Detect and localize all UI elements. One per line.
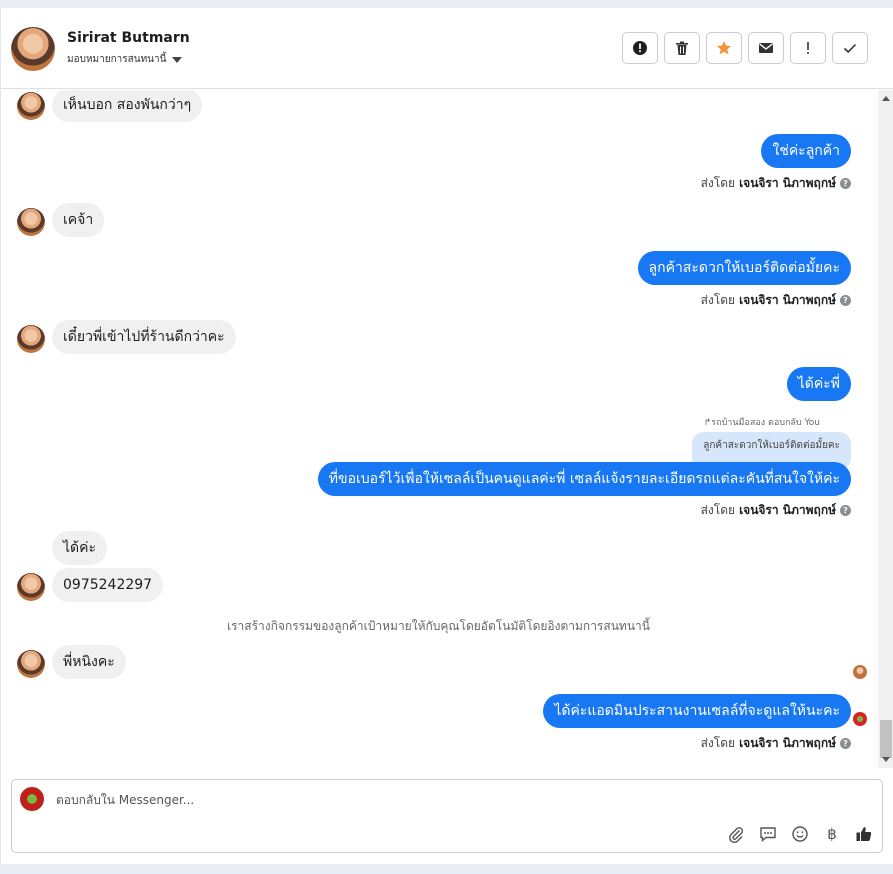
exclamation-icon bbox=[807, 42, 809, 54]
incoming-message[interactable]: 0975242297 bbox=[52, 568, 164, 602]
contact-name[interactable]: Sirirat Butmarn bbox=[67, 30, 190, 46]
incoming-message[interactable]: ได้ค่ะ bbox=[52, 531, 108, 565]
spam-button[interactable] bbox=[622, 32, 658, 64]
agent-name: เจนจิรา นิภาพฤกษ์ bbox=[739, 736, 836, 750]
star-button[interactable] bbox=[706, 32, 742, 64]
incoming-message[interactable]: เดี๋ยวพี่เข้าไปที่ร้านดีกว่าคะ bbox=[52, 320, 236, 354]
sent-by-label: ส่งโดย เจนจิรา นิภาพฤกษ์ ? bbox=[701, 291, 851, 310]
contact-avatar bbox=[17, 325, 45, 353]
outgoing-message[interactable]: ได้ค่ะแอดมินประสานงานเซลล์ที่จะดูแลให้นะ… bbox=[543, 694, 851, 728]
conversation-header: Sirirat Butmarn มอบหมายการสนทนานี้ bbox=[1, 8, 893, 89]
emoji-icon[interactable] bbox=[790, 824, 810, 844]
incoming-message[interactable]: เห็นบอก สองพันกว่าๆ bbox=[52, 90, 203, 122]
agent-name: เจนจิรา นิภาพฤกษ์ bbox=[739, 176, 836, 190]
trash-icon bbox=[676, 41, 688, 55]
sent-by-prefix: ส่งโดย bbox=[700, 503, 736, 517]
quick-reply-icon[interactable] bbox=[758, 824, 778, 844]
reply-composer: ฿ bbox=[11, 779, 883, 853]
assign-label: มอบหมายการสนทนานี้ bbox=[67, 54, 167, 65]
contact-avatar bbox=[17, 92, 45, 120]
outgoing-message[interactable]: ที่ขอเบอร์ไว้เพื่อให้เซลล์เป็นคนดูแลค่ะพ… bbox=[317, 462, 851, 496]
outgoing-message[interactable]: ลูกค้าสะดวกให้เบอร์ติดต่อมั้ยคะ bbox=[637, 251, 851, 285]
scroll-down-arrow-icon[interactable] bbox=[882, 757, 890, 762]
messenger-inbox-window: Sirirat Butmarn มอบหมายการสนทนานี้ เห็นบ… bbox=[0, 8, 893, 864]
sent-by-label: ส่งโดย เจนจิรา นิภาพฤกษ์ ? bbox=[701, 501, 851, 520]
sender-avatar bbox=[853, 712, 867, 726]
incoming-message[interactable]: พี่หนิงคะ bbox=[52, 645, 126, 679]
sent-by-prefix: ส่งโดย bbox=[700, 293, 736, 307]
thread-scrollbar[interactable] bbox=[878, 90, 893, 768]
seen-avatar bbox=[853, 665, 867, 679]
baht-symbol: ฿ bbox=[827, 825, 837, 843]
help-icon[interactable]: ? bbox=[840, 505, 851, 516]
help-icon[interactable]: ? bbox=[840, 295, 851, 306]
help-icon[interactable]: ? bbox=[840, 178, 851, 189]
contact-avatar bbox=[17, 208, 45, 236]
follow-up-button[interactable] bbox=[790, 32, 826, 64]
sent-by-prefix: ส่งโดย bbox=[700, 176, 736, 190]
check-icon bbox=[843, 43, 857, 54]
composer-tools: ฿ bbox=[726, 824, 874, 844]
delete-button[interactable] bbox=[664, 32, 700, 64]
assign-conversation-dropdown[interactable]: มอบหมายการสนทนานี้ bbox=[67, 52, 183, 67]
system-note: เราสร้างกิจกรรมของลูกค้าเป้าหมายให้กับคุ… bbox=[227, 619, 650, 633]
star-icon bbox=[717, 41, 731, 55]
reply-context-label: ↱รถบ้านมือสอง ตอบกลับ You bbox=[703, 418, 820, 428]
incoming-message[interactable]: เคจ้า bbox=[52, 203, 105, 237]
sent-by-label: ส่งโดย เจนจิรา นิภาพฤกษ์ ? bbox=[701, 734, 851, 753]
thumbs-up-icon[interactable] bbox=[854, 824, 874, 844]
help-icon[interactable]: ? bbox=[840, 738, 851, 749]
outgoing-message[interactable]: ได้ค่ะพี่ bbox=[786, 367, 851, 401]
sent-by-label: ส่งโดย เจนจิรา นิภาพฤกษ์ ? bbox=[701, 174, 851, 193]
reply-input[interactable] bbox=[54, 792, 658, 808]
alert-circle-icon bbox=[633, 41, 647, 55]
sent-by-prefix: ส่งโดย bbox=[700, 736, 736, 750]
outgoing-message[interactable]: ใช่ค่ะลูกค้า bbox=[761, 134, 851, 168]
agent-name: เจนจิรา นิภาพฤกษ์ bbox=[739, 293, 836, 307]
agent-name: เจนจิรา นิภาพฤกษ์ bbox=[739, 503, 836, 517]
page-avatar bbox=[20, 787, 44, 811]
message-thread[interactable]: เห็นบอก สองพันกว่าๆ ใช่ค่ะลูกค้า ส่งโดย … bbox=[1, 90, 878, 768]
scrollbar-thumb[interactable] bbox=[880, 720, 892, 758]
caret-down-icon bbox=[172, 56, 183, 63]
contact-avatar[interactable] bbox=[11, 27, 55, 71]
scroll-up-arrow-icon[interactable] bbox=[882, 96, 890, 101]
done-button[interactable] bbox=[832, 32, 868, 64]
mark-unread-button[interactable] bbox=[748, 32, 784, 64]
envelope-icon bbox=[759, 43, 773, 53]
conversation-toolbar bbox=[622, 32, 868, 64]
contact-avatar bbox=[17, 573, 45, 601]
baht-icon[interactable]: ฿ bbox=[822, 824, 842, 844]
paperclip-icon[interactable] bbox=[726, 824, 746, 844]
contact-avatar bbox=[17, 650, 45, 678]
